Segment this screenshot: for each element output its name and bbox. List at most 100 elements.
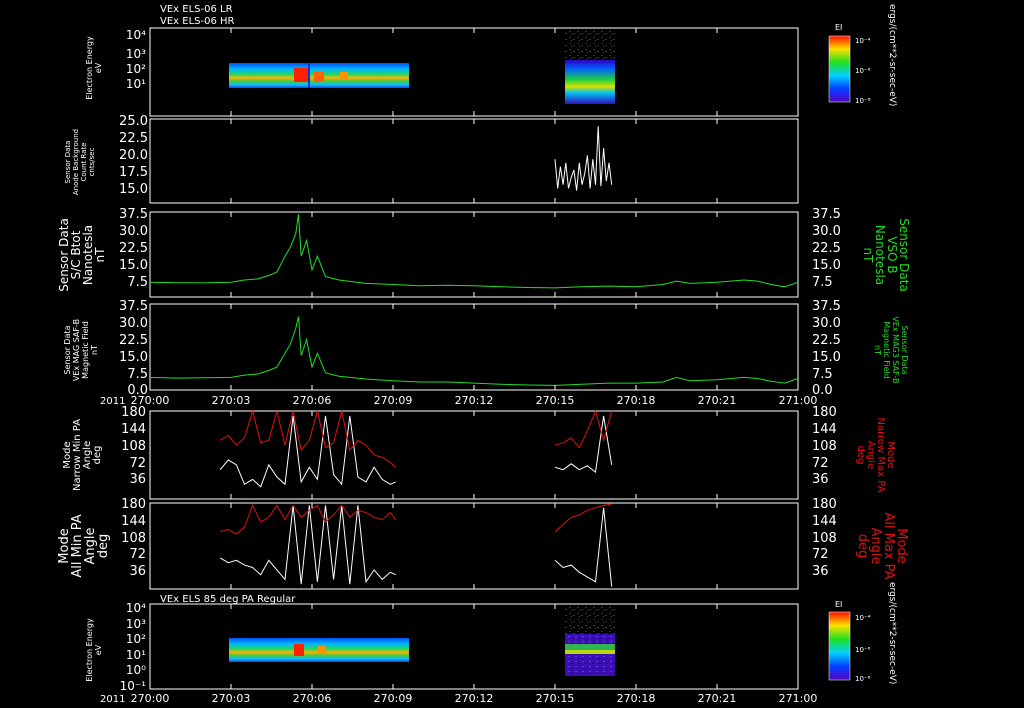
y-tick-label: 17.5 bbox=[119, 165, 148, 180]
y-tick-label: 10³ bbox=[126, 47, 146, 61]
x-tick-label: 270:12 bbox=[455, 692, 494, 705]
x-tick-label: 270:06 bbox=[293, 692, 332, 705]
y-tick-label: 10² bbox=[126, 632, 146, 646]
y-tick-label: 108 bbox=[121, 531, 146, 546]
y-tick-label: 7.5 bbox=[127, 275, 148, 290]
y-tick-label-right: 22.5 bbox=[812, 333, 841, 348]
figure: VEx ELS-06 LR VEx ELS-06 HR VEx ELS 85 d… bbox=[57, 4, 911, 705]
spectrogram-hotspot bbox=[318, 646, 326, 654]
x-tick-label: 270:09 bbox=[374, 692, 413, 705]
y-axis-label: Electron EnergyeV bbox=[85, 618, 103, 682]
y-tick-label-right: 37.5 bbox=[812, 207, 841, 222]
btot-series-line bbox=[149, 214, 799, 289]
x-tick-label: 270:12 bbox=[455, 394, 494, 407]
x-tick-label: 270:03 bbox=[212, 692, 251, 705]
y-axis-label-right: ModeNarrow Max PAAngledeg bbox=[855, 418, 896, 493]
x-tick-label: 270:18 bbox=[617, 394, 656, 407]
y-tick-label-right: 144 bbox=[812, 422, 837, 437]
y-tick-label: 10⁻¹ bbox=[120, 679, 147, 693]
y-tick-label: 10¹ bbox=[126, 77, 146, 91]
y-axis-label-right: Sensor DataVSO BNanoteslanT bbox=[861, 218, 911, 292]
x-tick-label: 270:00 bbox=[131, 692, 170, 705]
y-tick-label-right: 30.0 bbox=[812, 316, 841, 331]
y-axis-label-right: Sensor DataVEx MAG3 SAF-BMagnetic Fieldn… bbox=[873, 316, 909, 383]
spectrogram-hotspot bbox=[340, 72, 348, 80]
colorbar-tick: 10⁻⁴ bbox=[855, 37, 871, 45]
y-tick-label-right: 22.5 bbox=[812, 241, 841, 256]
title-bottom: VEx ELS 85 deg PA Regular bbox=[160, 594, 296, 605]
x-tick-label: 270:06 bbox=[293, 394, 332, 407]
y-tick-label: 72 bbox=[129, 547, 146, 562]
y-tick-label: 7.5 bbox=[127, 367, 148, 382]
time-axis-middle: 2011 270:00 270:03 270:06 270:09 270:12 270:1… bbox=[100, 394, 817, 407]
colorbar-unit: ergs/(cm**2-sr-sec-eV) bbox=[887, 582, 897, 684]
colorbar-gradient bbox=[828, 611, 851, 681]
time-axis-bottom: 2011 270:00 270:03 270:06 270:09 270:12 270:1… bbox=[100, 692, 817, 705]
mag-series-line bbox=[149, 316, 799, 386]
y-tick-label-right: 36 bbox=[812, 564, 829, 579]
y-tick-label: 10⁰ bbox=[126, 663, 146, 677]
x-tick-label: 270:09 bbox=[374, 394, 413, 407]
y-tick-label: 144 bbox=[121, 422, 146, 437]
title-lr: VEx ELS-06 LR bbox=[160, 4, 233, 15]
btot-panel: 37.5 30.0 22.5 15.0 7.5 37.5 30.0 22.5 1… bbox=[57, 207, 911, 298]
x-tick-label: 270:18 bbox=[617, 692, 656, 705]
spectrogram-panel-top: 10¹ 10² 10³ 10⁴ Electron EnergyeV bbox=[85, 27, 799, 117]
y-tick-label-right: 37.5 bbox=[812, 299, 841, 314]
spectrogram-data-block bbox=[565, 634, 615, 676]
plot-frame bbox=[149, 303, 799, 391]
y-tick-label: 72 bbox=[129, 456, 146, 471]
y-tick-label: 36 bbox=[129, 564, 146, 579]
y-tick-label-right: 108 bbox=[812, 531, 837, 546]
y-tick-label-right: 180 bbox=[812, 405, 837, 420]
spectrogram-hotspot bbox=[294, 68, 308, 82]
y-tick-label-right: 15.0 bbox=[812, 350, 841, 365]
y-tick-label-right: 30.0 bbox=[812, 224, 841, 239]
y-tick-label: 30.0 bbox=[119, 224, 148, 239]
spectrogram-data-block bbox=[565, 606, 615, 634]
y-axis-label: ModeNarrow Min PAAngledeg bbox=[62, 419, 103, 491]
y-tick-label: 25.0 bbox=[119, 114, 148, 129]
x-tick-label: 270:15 bbox=[536, 692, 575, 705]
x-tick-label: 270:03 bbox=[212, 394, 251, 407]
y-tick-label: 15.0 bbox=[119, 350, 148, 365]
y-axis-label: ModeAll Min PAAngledeg bbox=[57, 514, 111, 577]
y-tick-label-right: 180 bbox=[812, 497, 837, 512]
y-tick-label: 10³ bbox=[126, 617, 146, 631]
spectrogram-data-block bbox=[565, 60, 615, 104]
x-tick-label: 270:21 bbox=[698, 692, 737, 705]
y-tick-label: 22.5 bbox=[119, 333, 148, 348]
y-tick-label-right: 15.0 bbox=[812, 258, 841, 273]
narrow-pa-panel: 180 144 108 72 36 180 144 108 72 36 Mode… bbox=[62, 405, 896, 500]
colorbar-gradient bbox=[828, 35, 851, 103]
y-tick-label-right: 7.5 bbox=[812, 275, 833, 290]
y-tick-label-right: 72 bbox=[812, 456, 829, 471]
anode-series-line bbox=[554, 126, 613, 191]
spectrogram-data-block bbox=[565, 30, 615, 60]
colorbar-tick: 10⁻⁸ bbox=[855, 97, 871, 105]
colorbar-tick: 10⁻⁴ bbox=[855, 614, 871, 622]
all-pa-lines bbox=[219, 503, 613, 587]
spectrogram-panel-bottom: 10⁴ 10³ 10² 10¹ 10⁰ 10⁻¹ Electron Energy… bbox=[85, 601, 799, 693]
y-tick-label: 180 bbox=[121, 405, 146, 420]
y-tick-label: 10¹ bbox=[126, 648, 146, 662]
max-pa-series-line bbox=[219, 409, 397, 468]
colorbar-top: EI 10⁻⁴ 10⁻⁶ 10⁻⁸ ergs/(cm**2-sr-sec-eV) bbox=[828, 4, 897, 106]
y-tick-label: 180 bbox=[121, 497, 146, 512]
y-tick-label-right: 72 bbox=[812, 547, 829, 562]
y-tick-label: 36 bbox=[129, 472, 146, 487]
y-axis-label: Sensor DataAnode BackgroundCount Ratecnt… bbox=[64, 129, 96, 195]
y-tick-label-right: 36 bbox=[812, 472, 829, 487]
colorbar-bottom: EI 10⁻⁴ 10⁻⁶ 10⁻⁸ ergs/(cm**2-sr-sec-eV) bbox=[828, 582, 897, 684]
y-tick-label: 15.0 bbox=[119, 182, 148, 197]
colorbar-label: EI bbox=[835, 23, 842, 32]
y-tick-label: 22.5 bbox=[119, 131, 148, 146]
y-tick-label: 108 bbox=[121, 439, 146, 454]
spectrogram-hotspot bbox=[294, 644, 304, 656]
y-tick-label: 15.0 bbox=[119, 258, 148, 273]
y-axis-label: Sensor DataS/C BtotNanoteslanT bbox=[57, 218, 107, 292]
colorbar-tick: 10⁻⁶ bbox=[855, 646, 871, 654]
y-tick-label-right: 7.5 bbox=[812, 367, 833, 382]
min-pa-series-line bbox=[219, 415, 396, 488]
x-tick-label: 271:00 bbox=[779, 692, 818, 705]
